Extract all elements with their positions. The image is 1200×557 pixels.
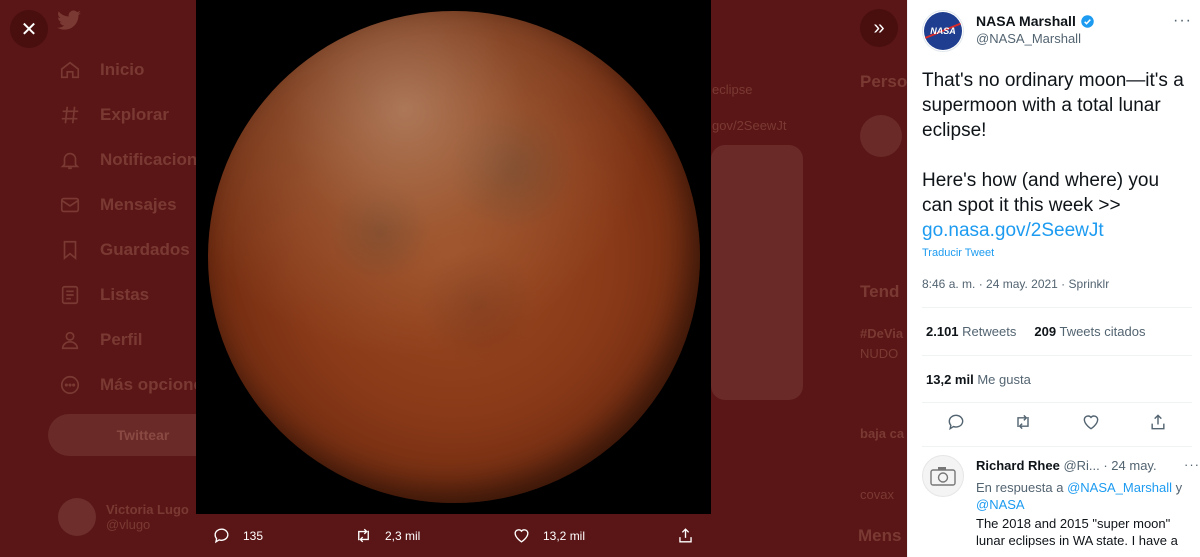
- divider: [922, 355, 1192, 356]
- reply-context: En respuesta a @NASA_Marshall y @NASA: [976, 480, 1183, 512]
- like-count: 13,2 mil: [543, 528, 586, 543]
- nav-home: Inicio: [58, 58, 144, 82]
- bg-label: baja ca: [860, 426, 905, 441]
- camera-icon: [930, 467, 956, 486]
- twitter-logo-icon: [56, 10, 82, 37]
- verified-badge-icon: [1081, 14, 1094, 28]
- tweet-author[interactable]: NASA NASA Marshall @NASA_Marshall: [922, 10, 1095, 52]
- reply-author-name[interactable]: Richard Rhee: [976, 458, 1060, 473]
- bg-label: covax: [860, 487, 894, 502]
- media-action-bar: 135 2,3 mil 13,2 mil: [196, 514, 711, 557]
- hashtag-icon: [58, 103, 82, 127]
- nasa-logo-icon: NASA: [924, 12, 962, 50]
- more-options-icon[interactable]: ···: [1184, 457, 1200, 472]
- heart-icon: [1083, 414, 1099, 430]
- retweet-count: 2,3 mil: [385, 528, 421, 543]
- bg-label: #DeVia: [860, 326, 904, 341]
- more-options-icon[interactable]: ···: [1173, 12, 1192, 30]
- nav-label: Explorar: [100, 105, 169, 124]
- bell-icon: [58, 148, 82, 172]
- close-button[interactable]: ✕: [10, 10, 48, 48]
- divider: [922, 446, 1192, 447]
- background-avatar: [860, 115, 902, 157]
- translate-tweet-link[interactable]: Traducir Tweet: [922, 247, 994, 259]
- likes-stat[interactable]: 13,2 mil Me gusta: [926, 372, 1031, 387]
- media-image[interactable]: [196, 0, 711, 514]
- nav-label: Mensajes: [100, 195, 177, 214]
- close-icon: ✕: [20, 18, 38, 41]
- account-handle: @vlugo: [106, 517, 151, 532]
- more-circle-icon: [58, 373, 82, 397]
- person-icon: [58, 328, 82, 352]
- quotes-stat[interactable]: 209 Tweets citados: [1034, 324, 1145, 339]
- reply-count: 135: [243, 528, 264, 543]
- bookmark-icon: [58, 238, 82, 262]
- heart-icon: [514, 529, 529, 543]
- nav-lists: Listas: [58, 283, 149, 307]
- mail-icon: [58, 193, 82, 217]
- tweet-detail-panel: NASA NASA Marshall @NASA_Marshall ··· Th…: [907, 0, 1200, 557]
- reply-icon: [948, 414, 964, 430]
- avatar: [58, 498, 96, 536]
- moon-image: [208, 11, 700, 503]
- reply-handle-date: @Ri... · 24 may.: [1063, 458, 1157, 473]
- bg-label: Perso: [860, 72, 907, 91]
- author-name[interactable]: NASA Marshall: [976, 13, 1095, 29]
- nav-label: Guardados: [100, 240, 190, 259]
- avatar[interactable]: [922, 455, 964, 497]
- divider: [922, 307, 1192, 308]
- tweet-stats: 2.101 Retweets 209 Tweets citados: [926, 324, 1145, 339]
- account-name: Victoria Lugo: [106, 502, 189, 517]
- nav-label: Listas: [100, 285, 150, 304]
- tweet-text-line: Here's how (and where) you can spot it t…: [922, 170, 1160, 216]
- reply-icon: [214, 528, 229, 544]
- retweet-button[interactable]: [1013, 412, 1033, 437]
- bg-label: NUDO: [860, 346, 899, 361]
- nav-more: Más opciones: [58, 373, 212, 397]
- retweet-icon: [1017, 414, 1029, 429]
- home-icon: [58, 58, 82, 82]
- bg-label: Tend: [860, 282, 900, 301]
- bg-label: eclipse: [712, 82, 753, 97]
- account-switcher: Victoria Lugo @vlugo: [58, 498, 189, 536]
- retweets-stat[interactable]: 2.101 Retweets: [926, 324, 1016, 339]
- nav-messages: Mensajes: [58, 193, 177, 217]
- share-button[interactable]: [1148, 412, 1168, 437]
- reply-button[interactable]: 135: [212, 526, 263, 545]
- retweet-button[interactable]: 2,3 mil: [354, 526, 420, 545]
- tweet-link[interactable]: go.nasa.gov/2SeewJt: [922, 218, 1192, 243]
- reply-button[interactable]: [946, 412, 966, 437]
- share-button[interactable]: [676, 526, 695, 545]
- avatar[interactable]: NASA: [922, 10, 964, 52]
- retweet-icon: [358, 528, 369, 543]
- share-icon: [679, 528, 692, 543]
- nav-bookmarks: Guardados: [58, 238, 190, 262]
- reply-text: The 2018 and 2015 "super moon" lunar ecl…: [976, 516, 1178, 548]
- reply-header: Richard Rhee @Ri... · 24 may.: [976, 458, 1157, 473]
- mention-link[interactable]: @NASA: [976, 497, 1025, 512]
- divider: [922, 402, 1192, 403]
- tweet-timestamp[interactable]: 8:46 a. m. · 24 may. 2021 · Sprinklr: [922, 277, 1109, 291]
- nav-explore: Explorar: [58, 103, 169, 127]
- share-icon: [1151, 413, 1165, 429]
- tweet-text-line: That's no ordinary moon—it's a supermoon…: [922, 70, 1184, 141]
- nav-profile: Perfil: [58, 328, 143, 352]
- bg-label: Mens: [858, 526, 902, 545]
- like-button[interactable]: [1081, 412, 1101, 437]
- nav-notifications: Notificaciones: [58, 148, 216, 172]
- bg-label: gov/2SeewJt: [712, 118, 787, 133]
- nav-label: Perfil: [100, 330, 143, 349]
- list-icon: [58, 283, 82, 307]
- like-button[interactable]: 13,2 mil: [512, 526, 585, 545]
- double-chevron-right-icon: »: [873, 16, 885, 39]
- collapse-panel-button[interactable]: »: [860, 9, 898, 47]
- background-card: [711, 145, 803, 400]
- tweet-text: That's no ordinary moon—it's a supermoon…: [922, 68, 1192, 243]
- author-handle[interactable]: @NASA_Marshall: [976, 31, 1095, 46]
- nav-label: Inicio: [100, 60, 145, 79]
- tweet-actions: [922, 409, 1192, 439]
- mention-link[interactable]: @NASA_Marshall: [1067, 480, 1172, 495]
